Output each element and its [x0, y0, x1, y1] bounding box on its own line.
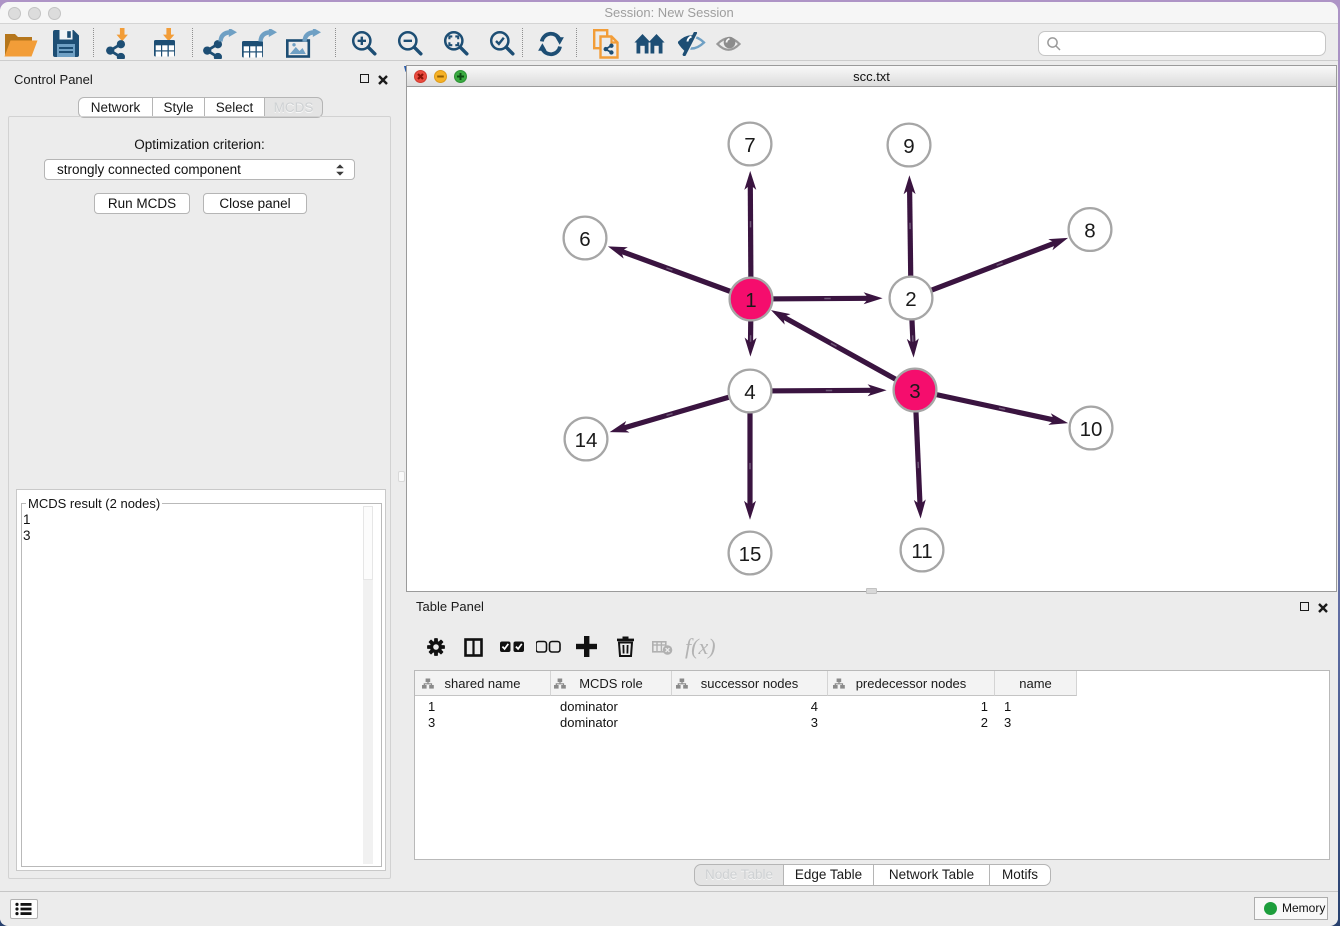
- svg-text:14: 14: [575, 429, 598, 452]
- svg-text:6: 6: [579, 228, 590, 251]
- svg-text:8: 8: [1084, 220, 1095, 243]
- svg-text:9: 9: [903, 135, 914, 158]
- svg-text:3: 3: [909, 380, 920, 403]
- svg-text:11: 11: [911, 540, 932, 563]
- svg-text:7: 7: [744, 134, 755, 157]
- svg-text:10: 10: [1080, 418, 1103, 441]
- svg-text:2: 2: [905, 288, 916, 311]
- svg-text:1: 1: [745, 289, 756, 312]
- svg-text:15: 15: [739, 543, 762, 566]
- svg-text:4: 4: [744, 381, 755, 404]
